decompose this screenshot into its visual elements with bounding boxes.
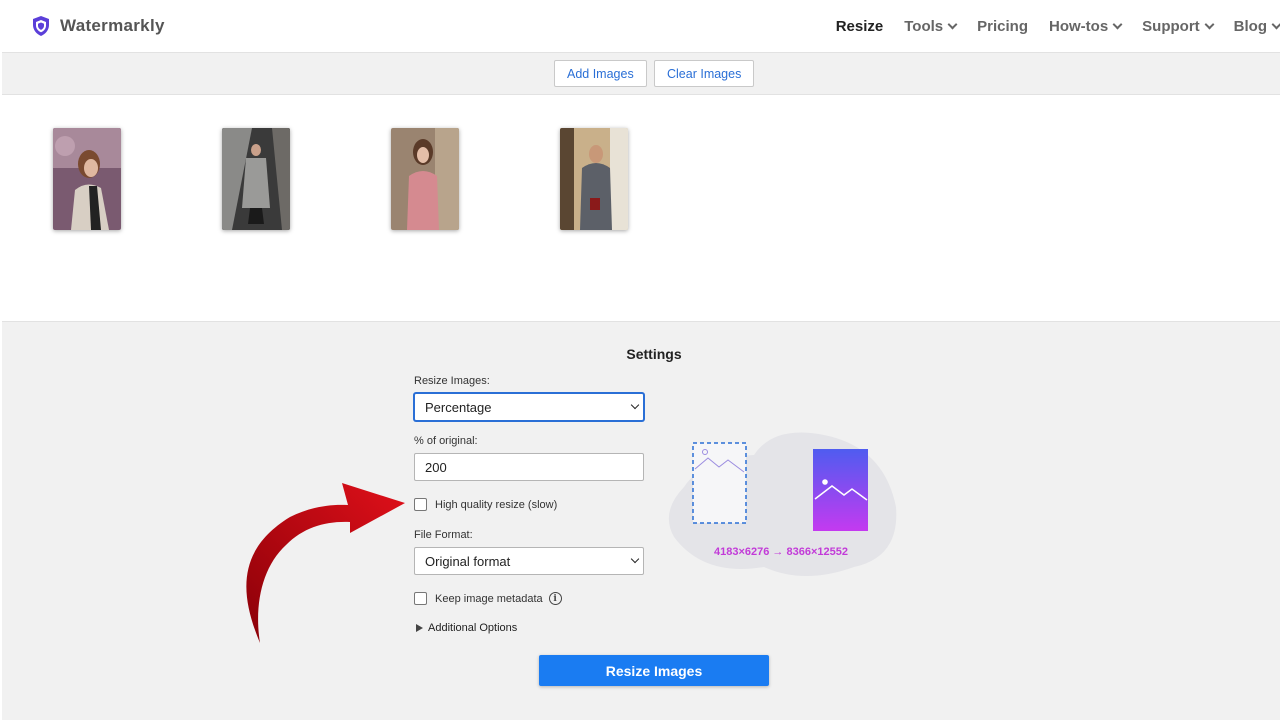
add-images-button[interactable]: Add Images (554, 60, 647, 87)
photo-woman-coat (222, 128, 290, 230)
nav-item-support[interactable]: Support (1142, 18, 1215, 35)
percent-input[interactable]: 200 (414, 453, 644, 481)
photo-woman-scarf (53, 128, 121, 230)
clear-images-button[interactable]: Clear Images (654, 60, 755, 87)
nav-item-tools[interactable]: Tools (904, 18, 958, 35)
triangle-right-icon (416, 624, 423, 632)
keep-metadata-option[interactable]: Keep image metadata i (414, 592, 562, 605)
resize-label: Resize Images: (414, 375, 490, 387)
chevron-down-icon (1112, 19, 1123, 30)
chevron-down-icon (947, 19, 958, 30)
resize-illustration (668, 432, 897, 576)
keep-metadata-checkbox[interactable] (414, 592, 427, 605)
file-format-select[interactable]: Original format (414, 547, 644, 575)
nav-label: Pricing (977, 18, 1028, 35)
file-format-label: File Format: (414, 529, 473, 541)
shield-logo-icon (33, 16, 49, 36)
nav-item-blog[interactable]: Blog (1234, 18, 1280, 35)
photo-woman-street (560, 128, 628, 230)
brand-name: Watermarkly (60, 16, 165, 35)
image-thumbnail[interactable] (222, 128, 290, 230)
nav-item-how-tos[interactable]: How-tos (1049, 18, 1123, 35)
settings-title: Settings (626, 346, 682, 362)
additional-options-label: Additional Options (428, 622, 518, 634)
chevron-down-icon (1271, 19, 1280, 30)
nav-item-pricing[interactable]: Pricing (977, 18, 1028, 35)
main-nav: Resize Tools Pricing How-tos Support Blo… (815, 18, 1280, 35)
resize-images-button[interactable]: Resize Images (539, 655, 769, 686)
nav-label: Support (1142, 18, 1200, 35)
nav-label: How-tos (1049, 18, 1109, 35)
file-format-value: Original format (425, 553, 511, 569)
nav-label: Resize (835, 18, 884, 35)
high-quality-label: High quality resize (slow) (435, 498, 558, 511)
high-quality-checkbox[interactable] (414, 498, 427, 511)
top-header: Watermarkly Resize Tools Pricing How-tos… (2, 0, 1280, 53)
image-thumbnail[interactable] (560, 128, 628, 230)
brand-logo[interactable]: Watermarkly (31, 15, 165, 37)
chevron-down-icon (630, 400, 640, 410)
photo-woman-pink (391, 128, 459, 230)
image-toolbar: Add Images Clear Images (2, 53, 1280, 95)
annotation-arrow-icon (246, 483, 405, 643)
info-icon[interactable]: i (548, 592, 562, 605)
percent-value: 200 (425, 459, 447, 475)
image-thumbnail[interactable] (391, 128, 459, 230)
nav-label: Tools (904, 18, 944, 35)
image-thumbnail[interactable] (53, 128, 121, 230)
nav-label: Blog (1233, 18, 1267, 35)
percent-label: % of original: (414, 435, 478, 447)
additional-options-toggle[interactable]: Additional Options (416, 622, 517, 634)
settings-panel: Settings Resize Images: Percentage % of … (2, 322, 1280, 720)
nav-item-resize[interactable]: Resize (836, 18, 884, 35)
chevron-down-icon (630, 554, 640, 564)
high-quality-option[interactable]: High quality resize (slow) (414, 498, 557, 511)
resize-mode-select[interactable]: Percentage (414, 393, 644, 421)
resize-mode-value: Percentage (425, 399, 492, 415)
chevron-down-icon (1204, 19, 1215, 30)
image-gallery (2, 95, 1280, 322)
dimension-preview: 4183×6276 → 8366×12552 (714, 546, 848, 558)
keep-metadata-label: Keep image metadata (435, 592, 543, 605)
